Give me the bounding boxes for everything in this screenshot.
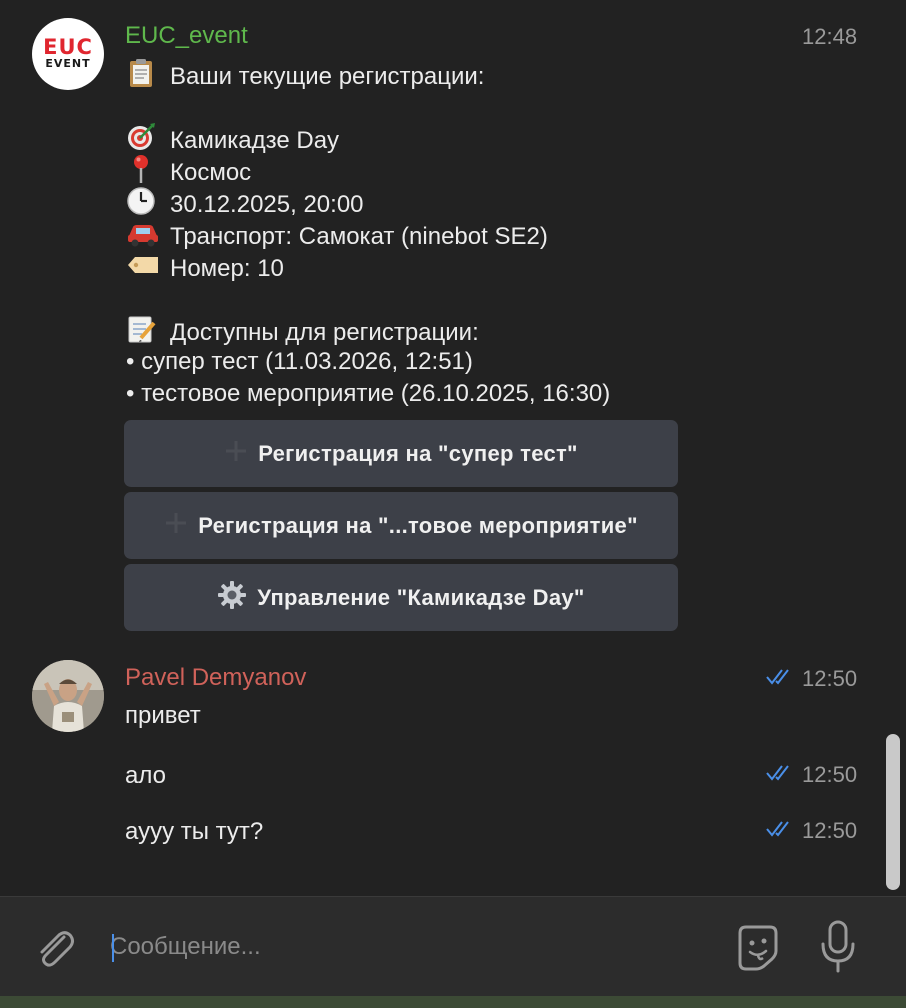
manage-kamikaze-day-button[interactable]: Управление "Камикадзе Day" <box>124 564 678 631</box>
event-number-line: Номер: 10 <box>126 250 284 285</box>
attach-icon[interactable] <box>30 923 78 971</box>
message-time: 12:50 <box>802 762 858 787</box>
bot-message-time: 12:48 <box>802 24 858 49</box>
avatar-logo-subtext: EVENT <box>45 57 91 70</box>
message-text: аууу ты тут? <box>125 818 264 845</box>
message-time: 12:50 <box>802 666 858 691</box>
available-registrations-heading: Доступны для регистрации: <box>126 314 479 349</box>
bot-avatar[interactable]: EUC EVENT <box>32 18 104 90</box>
plus-icon <box>164 511 188 541</box>
user-avatar[interactable] <box>32 660 104 732</box>
message-time: 12:50 <box>802 818 858 843</box>
gear-icon <box>217 580 247 616</box>
read-receipt-icon <box>766 669 789 685</box>
register-test-event-button[interactable]: Регистрация на "...товое мероприятие" <box>124 492 678 559</box>
event-transport-line: Транспорт: Самокат (ninebot SE2) <box>126 218 548 253</box>
event-location-line: Космос <box>126 154 251 189</box>
available-event-1: • супер тест (11.03.2026, 12:51) <box>126 348 473 375</box>
register-super-test-button[interactable]: Регистрация на "супер тест" <box>124 420 678 487</box>
user-sender-name[interactable]: Pavel Demyanov <box>125 664 306 692</box>
window-bottom-edge <box>0 996 906 1008</box>
chat-scrollbar[interactable] <box>886 734 900 890</box>
text-caret <box>112 934 114 962</box>
tag-icon <box>126 250 160 276</box>
event-name-line: Камикадзе Day <box>126 122 339 157</box>
bot-sender-name[interactable]: EUC_event <box>125 22 248 50</box>
clock-icon <box>126 186 160 215</box>
clipboard-icon <box>126 58 160 87</box>
message-text: ало <box>125 762 166 789</box>
current-registrations-heading: Ваши текущие регистрации: <box>126 58 484 93</box>
read-receipt-icon <box>766 765 789 781</box>
plus-icon <box>224 439 248 469</box>
microphone-icon[interactable] <box>818 919 858 975</box>
sticker-icon[interactable] <box>732 921 784 973</box>
read-receipt-icon <box>766 821 789 837</box>
location-pin-icon <box>126 154 160 183</box>
car-icon <box>126 218 160 247</box>
memo-icon <box>126 314 160 343</box>
message-text: привет <box>125 702 201 729</box>
avatar-logo-text: EUC <box>43 35 93 59</box>
event-datetime-line: 30.12.2025, 20:00 <box>126 186 364 221</box>
available-event-2: • тестовое мероприятие (26.10.2025, 16:3… <box>126 380 611 407</box>
chat-history: EUC EVENT EUC_event 12:48 Ваши текущие р… <box>0 0 906 896</box>
target-icon <box>126 122 160 150</box>
message-input[interactable] <box>110 927 710 967</box>
message-composer <box>0 896 906 996</box>
